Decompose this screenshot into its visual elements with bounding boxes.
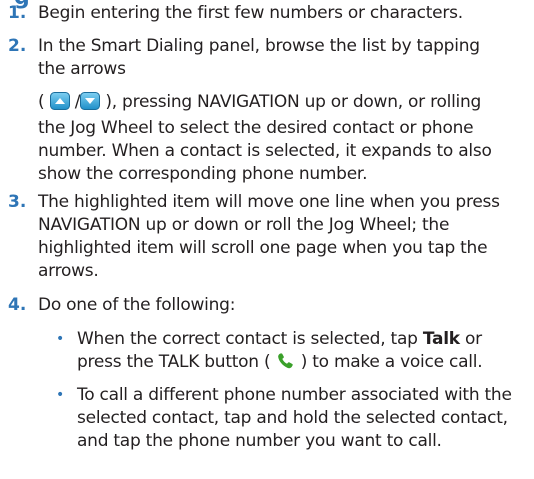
bullet-line: To call a different phone number associa… — [77, 385, 512, 405]
bullet-text: When the correct contact is selected, ta… — [77, 328, 529, 377]
step-line: show the corresponding phone number. — [38, 164, 368, 184]
bullet-line: When the correct contact is selected, ta… — [77, 328, 529, 351]
step-number: 4. — [8, 295, 27, 315]
step-line: the arrows — [38, 59, 126, 79]
down-arrow-button-icon — [80, 92, 101, 117]
step-number: 2. — [8, 36, 27, 56]
text-run: When the correct contact is selected, ta… — [77, 329, 423, 349]
step-line: Begin entering the first few numbers or … — [38, 3, 463, 23]
bullet-text: To call a different phone number associa… — [77, 384, 529, 453]
document-page: g 1. Begin entering the first few number… — [0, 0, 534, 479]
text-run: ) to make a voice call. — [300, 352, 483, 372]
up-arrow-button-icon — [49, 92, 70, 117]
step-line: NAVIGATION up or down or roll the Jog Wh… — [38, 215, 450, 235]
line-rest: ), pressing NAVIGATION up or down, or ro… — [105, 92, 482, 112]
step-text: ( / ), pressing NAVIGATION up or down, o… — [38, 91, 530, 186]
text-run: press the TALK button ( — [77, 352, 271, 372]
step-line: the Jog Wheel to select the desired cont… — [38, 118, 474, 138]
step-line: highlighted item will scroll one page wh… — [38, 238, 488, 258]
step-line: Do one of the following: — [38, 295, 236, 315]
step-number: 1. — [8, 3, 27, 23]
bullet-line: press the TALK button ( ) to make a voic… — [77, 351, 529, 377]
step-line-with-icons: ( / ), pressing NAVIGATION up or down, o… — [38, 91, 530, 117]
step-line: number. When a contact is selected, it e… — [38, 141, 492, 161]
step-number: 3. — [8, 192, 27, 212]
bullet-marker: • — [56, 331, 65, 347]
step-text: In the Smart Dialing panel, browse the l… — [38, 35, 530, 81]
open-paren: ( — [38, 92, 45, 112]
step-text: Begin entering the first few numbers or … — [38, 2, 530, 25]
bullet-line: selected contact, tap and hold the selec… — [77, 408, 508, 428]
bullet-marker: • — [56, 387, 65, 403]
text-run: or — [459, 329, 482, 349]
bullet-line: and tap the phone number you want to cal… — [77, 431, 442, 451]
step-line: In the Smart Dialing panel, browse the l… — [38, 36, 480, 56]
step-text: Do one of the following: — [38, 294, 530, 317]
step-text: The highlighted item will move one line … — [38, 191, 530, 283]
step-line: The highlighted item will move one line … — [38, 192, 500, 212]
phone-handset-icon — [276, 352, 296, 377]
step-line: arrows. — [38, 261, 99, 281]
talk-label: Talk — [422, 329, 460, 349]
